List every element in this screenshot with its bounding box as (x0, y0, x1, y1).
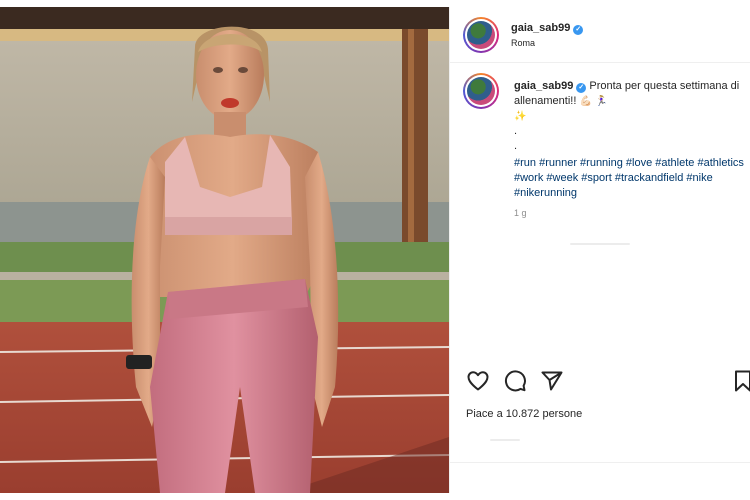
post-header: gaia_sab99 ✓ Roma (450, 7, 750, 63)
heart-icon[interactable] (466, 369, 490, 393)
divider (450, 462, 750, 463)
athlete-photo-illustration (0, 7, 449, 493)
post-photo[interactable] (0, 7, 449, 493)
bookmark-icon[interactable] (731, 369, 750, 393)
caption-dot-line: . (514, 140, 518, 152)
caption-dot-line: . (514, 125, 518, 137)
post-details-panel: gaia_sab99 ✓ Roma gaia_sab99 ✓ Pronta per … (449, 7, 750, 493)
running-woman-emoji-icon: 🏃🏼‍♀️ (594, 96, 608, 107)
caption-author-avatar[interactable] (463, 73, 499, 109)
caption-text: gaia_sab99 ✓ Pronta per questa settimana … (514, 79, 744, 201)
instagram-post: gaia_sab99 ✓ Roma gaia_sab99 ✓ Pronta per … (0, 0, 750, 500)
faded-comment-line (570, 243, 630, 245)
caption-username[interactable]: gaia_sab99 ✓ (514, 80, 587, 93)
comment-icon[interactable] (503, 369, 527, 393)
share-icon[interactable] (540, 369, 564, 393)
flexed-biceps-emoji-icon: 💪🏻 (579, 96, 592, 107)
author-avatar[interactable] (463, 17, 499, 53)
verified-badge-icon: ✓ (573, 25, 584, 35)
sparkles-emoji-icon: ✨ (514, 111, 527, 122)
author-username[interactable]: gaia_sab99 ✓ (511, 22, 584, 35)
post-actions-bar (450, 369, 750, 399)
post-time-ago[interactable]: 1 g (514, 208, 527, 218)
verified-badge-icon: ✓ (576, 83, 587, 93)
likes-count[interactable]: Piace a 10.872 persone (466, 408, 582, 420)
faded-comment-line (490, 439, 520, 441)
post-location[interactable]: Roma (511, 38, 535, 48)
caption-hashtags[interactable]: #run #runner #running #love #athlete #at… (514, 156, 744, 201)
